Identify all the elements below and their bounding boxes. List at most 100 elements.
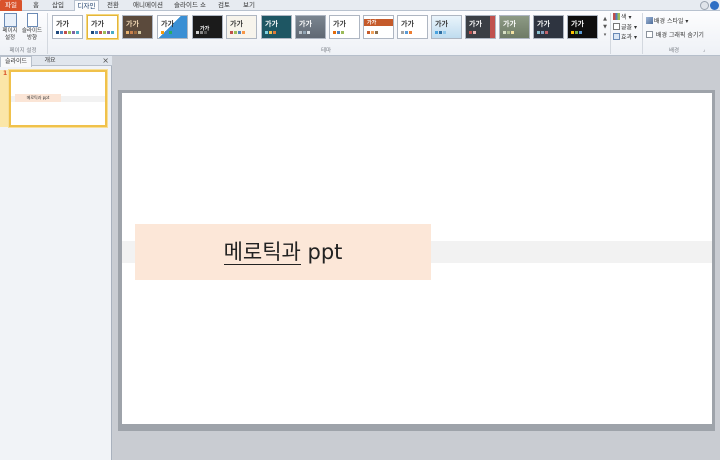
theme-swatches: [196, 31, 207, 34]
page-setup-icon: [3, 13, 17, 27]
close-icon[interactable]: ×: [102, 56, 109, 66]
tab-outline[interactable]: 개요: [34, 56, 66, 66]
hide-graphics-label: 배경 그래픽 숨기기: [655, 32, 704, 39]
theme-dark-red[interactable]: 가가: [465, 15, 496, 39]
theme-swatches: [230, 31, 245, 34]
gallery-scroll-down[interactable]: ▼: [602, 23, 608, 31]
theme-sample-text: 가가: [91, 20, 104, 28]
menu-bar: 파일 홈 삽입 디자인 전환 애니메이션 슬라이드 쇼 검토 보기: [0, 0, 720, 12]
theme-sample-text: 가가: [435, 20, 448, 28]
theme-sample-text: 가가: [126, 20, 139, 28]
colors-icon: [613, 13, 620, 20]
theme-sample-text: 가가: [367, 20, 377, 26]
theme-swatches: [56, 31, 79, 34]
theme-effects-button[interactable]: 효과 ▾: [613, 33, 637, 42]
tab-file[interactable]: 파일: [0, 0, 22, 11]
slide-number: 1: [3, 70, 8, 77]
title-placeholder[interactable]: 메로틱과 ppt: [135, 224, 431, 280]
page-setup-button[interactable]: 페이지 설정: [1, 13, 19, 41]
background-styles-button[interactable]: 배경 스타일 ▾: [646, 17, 688, 26]
theme-paper[interactable]: 가가: [226, 15, 257, 39]
theme-sample-text: 가가: [230, 20, 243, 28]
theme-sample-text: 가가: [537, 20, 550, 28]
title-word: 메로틱과: [223, 240, 301, 265]
gallery-scroll-up[interactable]: ▲: [602, 15, 608, 23]
ribbon-separator: [610, 13, 611, 54]
theme-selected[interactable]: 가가: [87, 15, 118, 39]
page-setup-label: 페이지 설정: [2, 28, 18, 41]
theme-slate[interactable]: 가가: [533, 15, 564, 39]
tab-slideshow[interactable]: 슬라이드 쇼: [172, 0, 208, 11]
hide-graphics-checkbox[interactable]: [646, 31, 653, 38]
tab-home[interactable]: 홈: [29, 0, 43, 11]
theme-blue-diagonal[interactable]: 가가: [157, 15, 188, 39]
background-styles-label: 배경 스타일: [654, 18, 684, 25]
dialog-launcher-icon[interactable]: ⌟: [703, 47, 705, 53]
slide-orientation-button[interactable]: 슬라이드 방향: [21, 13, 43, 41]
theme-sky[interactable]: 가가: [431, 15, 462, 39]
title-rest: ppt: [300, 240, 343, 264]
slide-orientation-icon: [26, 13, 38, 27]
theme-swatches: [537, 31, 548, 34]
theme-light[interactable]: 가가: [397, 15, 428, 39]
ribbon-collapse-icon[interactable]: [700, 1, 709, 10]
theme-plain[interactable]: 가가: [329, 15, 360, 39]
effects-icon: [613, 33, 620, 40]
theme-olive[interactable]: 가가: [499, 15, 530, 39]
theme-colors-button[interactable]: 색 ▾: [613, 13, 631, 22]
hide-background-graphics[interactable]: 배경 그래픽 숨기기: [646, 31, 704, 40]
theme-swatches: [367, 31, 378, 34]
slide-canvas[interactable]: 메로틱과 ppt: [122, 93, 712, 424]
theme-fonts-button[interactable]: 글꼴 ▾: [613, 23, 637, 32]
theme-sample-text: 가가: [571, 20, 584, 28]
theme-sample-text: 가가: [333, 20, 346, 28]
theme-brown[interactable]: 가가: [122, 15, 153, 39]
tab-review[interactable]: 검토: [215, 0, 233, 11]
theme-swatches: [91, 31, 114, 34]
theme-fonts-label: 글꼴: [621, 24, 633, 31]
theme-sample-text: 가가: [265, 20, 278, 28]
ribbon: 페이지 설정 슬라이드 방향 페이지 설정 가가 가가 가가 가가 가가 가가 …: [0, 11, 720, 56]
themes-group-label: 테마: [320, 48, 332, 54]
tab-animations[interactable]: 애니메이션: [130, 0, 166, 11]
theme-sample-text: 가가: [503, 20, 516, 28]
help-icon[interactable]: [710, 1, 719, 10]
theme-swatches: [503, 31, 514, 34]
theme-gallery-scroll[interactable]: ▲ ▼ ▾: [602, 15, 608, 41]
theme-sample-text: 가가: [469, 20, 482, 28]
theme-sample-text: 가가: [56, 20, 69, 28]
theme-swatches: [265, 31, 276, 34]
theme-orange-bar[interactable]: 가가: [363, 15, 394, 39]
tab-insert[interactable]: 삽입: [49, 0, 67, 11]
ribbon-separator: [47, 13, 48, 54]
theme-swatches: [126, 31, 141, 34]
background-group-label: 배경: [668, 48, 680, 54]
slide-orientation-label: 슬라이드 방향: [21, 28, 43, 41]
gallery-more[interactable]: ▾: [602, 31, 608, 39]
tab-slides[interactable]: 슬라이드: [0, 56, 32, 67]
theme-sample-text: 가가: [401, 20, 414, 28]
slide-thumb-highlight: [0, 70, 8, 127]
slide-title[interactable]: 메로틱과 ppt: [135, 224, 431, 280]
pane-tabs: 슬라이드 개요 ×: [0, 56, 112, 67]
fonts-icon: [613, 23, 620, 30]
background-styles-icon: [646, 17, 653, 24]
theme-teal[interactable]: 가가: [261, 15, 292, 39]
tab-transitions[interactable]: 전환: [104, 0, 122, 11]
theme-swatches: [469, 31, 476, 34]
theme-gray[interactable]: 가가: [295, 15, 326, 39]
theme-sample-text: 가가: [161, 20, 174, 28]
theme-office[interactable]: 가가: [52, 15, 83, 39]
theme-ink[interactable]: 가가: [567, 15, 598, 39]
theme-sample-text: 가가: [299, 20, 312, 28]
theme-swatches: [435, 31, 446, 34]
theme-swatches: [401, 31, 412, 34]
theme-swatches: [571, 31, 582, 34]
tab-view[interactable]: 보기: [240, 0, 258, 11]
page-setup-group-label: 페이지 설정: [9, 48, 37, 54]
slide-thumbnail[interactable]: 메로틱과 ppt: [9, 70, 107, 127]
theme-black[interactable]: 가가: [192, 15, 223, 39]
theme-swatches: [333, 31, 344, 34]
theme-swatches: [299, 31, 310, 34]
theme-swatches: [161, 31, 172, 34]
